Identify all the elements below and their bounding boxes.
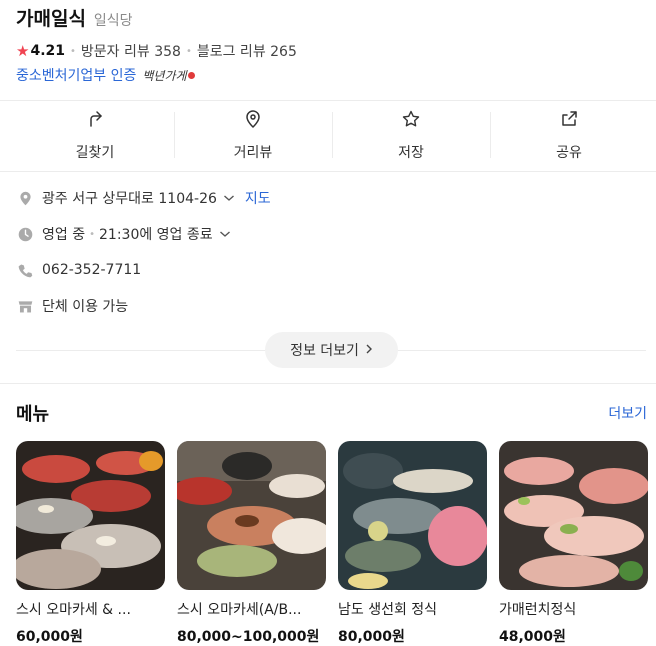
place-header: 가매일식 일식당 ★ 4.21 • 방문자 리뷰 358 • 블로그 리뷰 26… [16, 4, 646, 84]
clock-icon [16, 225, 34, 243]
badge-mark-icon [187, 71, 195, 79]
separator-dot: • [185, 45, 192, 57]
menu-item-price: 60,000원 [16, 629, 83, 645]
separator-dot: • [89, 228, 95, 240]
share-label: 공유 [556, 144, 582, 161]
certification-link[interactable]: 중소벤처기업부 인증 [16, 65, 136, 85]
save-label: 저장 [398, 144, 424, 161]
more-info-section: 정보 더보기 [16, 332, 646, 368]
section-divider [0, 383, 656, 384]
menu-item-photo [177, 441, 326, 590]
star-outline-icon [401, 109, 421, 133]
blog-reviews-link[interactable]: 블로그 리뷰 265 [197, 41, 297, 61]
star-icon: ★ [16, 42, 30, 60]
share-icon [559, 109, 579, 133]
visitor-reviews-link[interactable]: 방문자 리뷰 358 [81, 41, 181, 61]
rating-value: 4.21 [30, 43, 65, 59]
menu-item-price: 80,000원 [338, 629, 405, 645]
chevron-down-icon[interactable] [219, 228, 231, 240]
place-name: 가매일식 [16, 8, 86, 30]
closing-time: 21:30에 영업 종료 [99, 227, 213, 243]
menu-item-photo [338, 441, 487, 590]
phone-number[interactable]: 062-352-7711 [42, 262, 141, 278]
menu-item-photo [16, 441, 165, 590]
phone-icon [16, 261, 34, 279]
hours-row[interactable]: 영업 중 • 21:30에 영업 종료 [16, 216, 646, 252]
menu-section-title: 메뉴 [16, 404, 50, 425]
divider [0, 171, 656, 172]
street-view-button[interactable]: 거리뷰 [174, 100, 332, 170]
menu-item[interactable]: 스시 오마카세(A/B... 80,000~100,000원 [177, 441, 326, 646]
info-section: 광주 서구 상무대로 1104-26 지도 영업 중 • 21:30에 영업 종… [16, 180, 646, 324]
certification-row: 중소벤처기업부 인증 백년가게 [16, 66, 646, 84]
title-row: 가매일식 일식당 [16, 4, 646, 30]
save-button[interactable]: 저장 [332, 100, 490, 170]
menu-item[interactable]: 남도 생선회 정식 80,000원 [338, 441, 487, 646]
chevron-down-icon[interactable] [223, 192, 235, 204]
business-status: 영업 중 [42, 227, 86, 243]
stats-row: ★ 4.21 • 방문자 리뷰 358 • 블로그 리뷰 265 [16, 42, 646, 60]
centennial-store-badge: 백년가게 [142, 68, 187, 83]
place-category: 일식당 [93, 13, 133, 29]
more-info-label: 정보 더보기 [290, 343, 359, 359]
map-link[interactable]: 지도 [245, 188, 271, 208]
address-row: 광주 서구 상무대로 1104-26 지도 [16, 180, 646, 216]
street-view-label: 거리뷰 [233, 144, 273, 161]
menu-item-name: 가매런치정식 [499, 602, 577, 618]
amenity-row: 단체 이용 가능 [16, 288, 646, 324]
amenity-text: 단체 이용 가능 [42, 299, 129, 315]
menu-list: 스시 오마카세 & ... 60,000원 스시 오마카세(A/B... 80,… [16, 441, 648, 646]
menu-item-name: 스시 오마카세(A/B... [177, 602, 302, 618]
menu-more-link[interactable]: 더보기 [608, 403, 647, 423]
menu-item-price: 48,000원 [499, 629, 566, 645]
directions-label: 길찾기 [75, 144, 115, 161]
menu-item-price: 80,000~100,000원 [177, 629, 320, 645]
phone-row: 062-352-7711 [16, 252, 646, 288]
share-button[interactable]: 공유 [490, 100, 648, 170]
chevron-right-icon [365, 342, 373, 358]
action-bar: 길찾기 거리뷰 저장 공유 [16, 100, 648, 170]
menu-item-name: 남도 생선회 정식 [338, 602, 438, 618]
menu-item[interactable]: 가매런치정식 48,000원 [499, 441, 648, 646]
store-icon [16, 297, 34, 315]
directions-icon [85, 109, 105, 133]
menu-item-photo [499, 441, 648, 590]
address-text: 광주 서구 상무대로 1104-26 [42, 191, 217, 207]
directions-button[interactable]: 길찾기 [16, 100, 174, 170]
location-pin-icon [16, 189, 34, 207]
location-pin-icon [243, 109, 263, 133]
separator-dot: • [70, 45, 76, 57]
menu-item-name: 스시 오마카세 & ... [16, 602, 131, 618]
more-info-button[interactable]: 정보 더보기 [265, 332, 398, 368]
menu-item[interactable]: 스시 오마카세 & ... 60,000원 [16, 441, 165, 646]
